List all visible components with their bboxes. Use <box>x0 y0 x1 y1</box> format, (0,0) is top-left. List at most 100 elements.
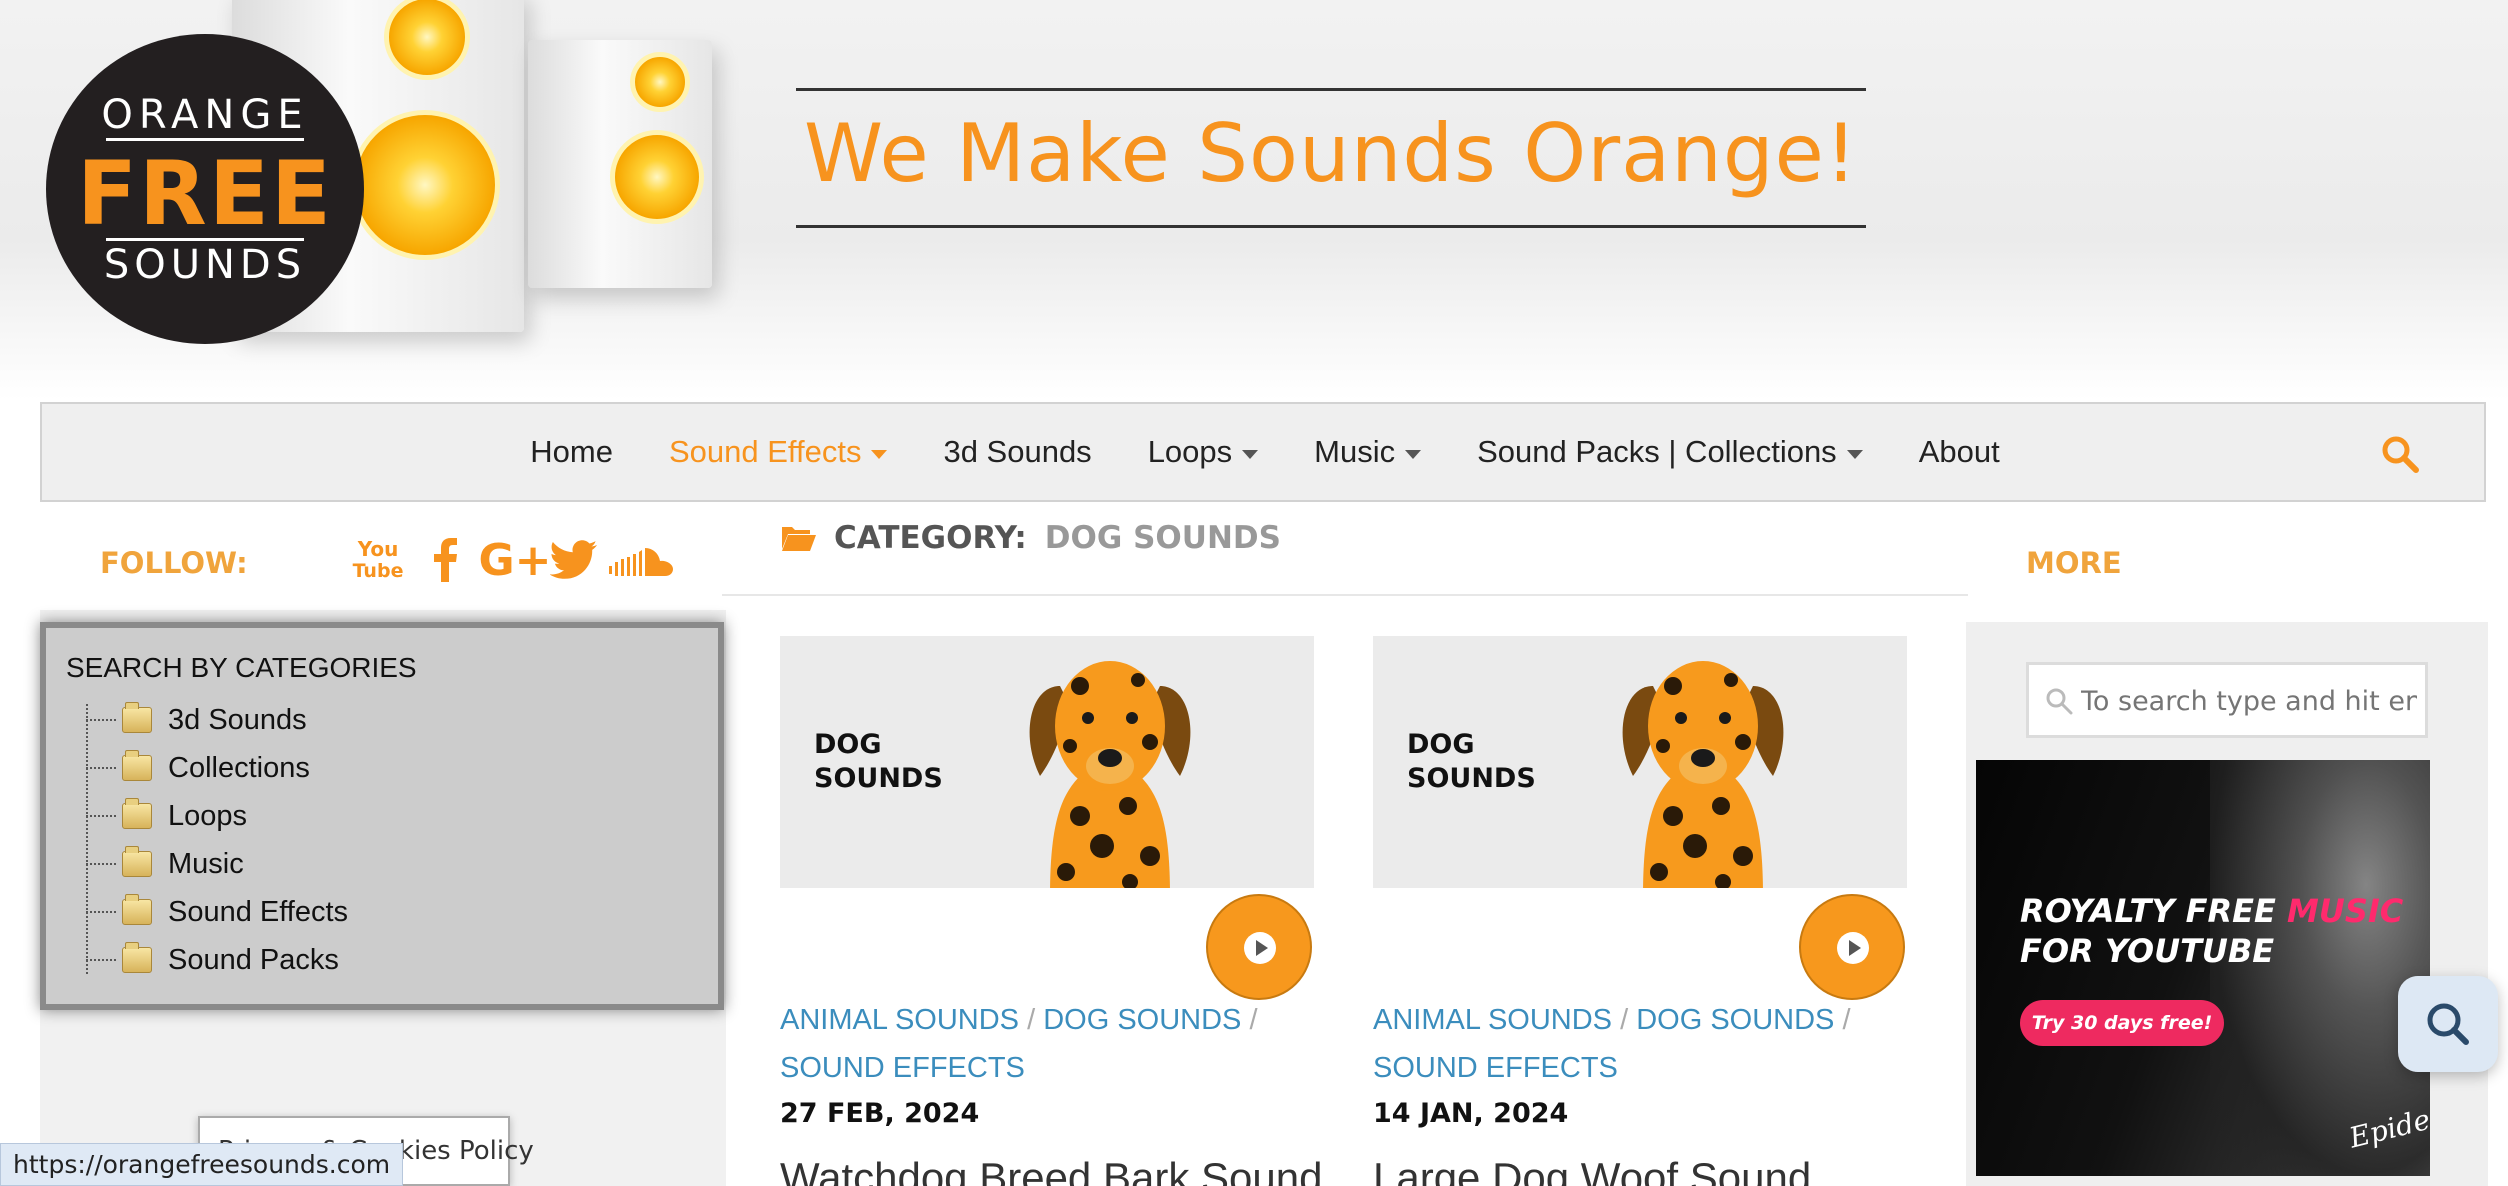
category-prefix: CATEGORY: <box>834 520 1027 556</box>
tree-branch <box>86 959 116 961</box>
category-heading: CATEGORY: DOG SOUNDS <box>780 518 1281 558</box>
chevron-down-icon <box>1405 449 1422 459</box>
play-button[interactable] <box>1206 894 1312 1000</box>
ad-headline-1: ROYALTY FREE MUSIC <box>2020 892 2403 930</box>
nav-item-label: Loops <box>1147 434 1233 469</box>
dog-illustration <box>1622 661 1784 888</box>
soundcloud-icon[interactable] <box>608 534 676 586</box>
post-title-link[interactable]: Large Dog Woof Sound <box>1373 1154 1811 1186</box>
category-item[interactable]: 3d Sounds <box>86 700 307 740</box>
nav-item-label: Music <box>1314 434 1396 469</box>
nav-item-about[interactable]: About <box>1919 434 2000 470</box>
folder-icon <box>122 798 152 829</box>
ad-cta-button[interactable]: Try 30 days free! <box>2020 1000 2224 1046</box>
chevron-down-icon <box>871 449 888 459</box>
category-label: Collections <box>168 751 310 784</box>
folder-icon <box>122 846 152 877</box>
post-thumbnail[interactable]: DOG SOUNDS <box>780 636 1314 888</box>
thumbnail-text: DOG SOUNDS <box>814 728 943 796</box>
search-icon <box>2427 1003 2469 1045</box>
sidebar-search-box <box>2026 662 2428 738</box>
category-item[interactable]: Sound Packs <box>86 940 339 980</box>
post-tags: ANIMAL SOUNDS / DOG SOUNDS / SOUND EFFEC… <box>1373 996 1907 1092</box>
tagline: We Make Sounds Orange! <box>804 107 1858 200</box>
nav-item-home[interactable]: Home <box>530 434 613 470</box>
twitter-icon[interactable] <box>548 534 600 586</box>
ad-headline-pink: MUSIC <box>2286 892 2404 930</box>
tree-branch <box>86 911 116 913</box>
nav-item-sound-effects[interactable]: Sound Effects <box>669 434 888 470</box>
nav-item-label: Sound Packs | Collections <box>1477 434 1837 469</box>
play-icon <box>1244 932 1276 964</box>
categories-widget: SEARCH BY CATEGORIES 3d Sounds Collection… <box>40 622 724 1010</box>
nav-item-3d-sounds[interactable]: 3d Sounds <box>943 434 1091 470</box>
tag-separator: / <box>1834 1004 1851 1036</box>
category-name: DOG SOUNDS <box>1044 520 1281 556</box>
folder-open-icon <box>782 527 816 551</box>
ad-headline-2: FOR YOUTUBE <box>2020 932 2275 970</box>
heading-divider <box>722 594 1968 596</box>
ad-banner[interactable]: ROYALTY FREE MUSIC FOR YOUTUBE Try 30 da… <box>1976 760 2430 1176</box>
post-title-link[interactable]: Watchdog Breed Bark Sound <box>780 1154 1322 1186</box>
tag-separator: / <box>1019 1004 1044 1036</box>
chevron-down-icon <box>1242 449 1259 459</box>
youtube-text-bottom: Tube <box>352 560 404 582</box>
floating-search-button[interactable] <box>2398 976 2498 1072</box>
nav-item-label: About <box>1918 434 2000 469</box>
post-tag-link[interactable]: SOUND EFFECTS <box>780 1052 1025 1084</box>
post-tag-link[interactable]: DOG SOUNDS <box>1043 1004 1241 1036</box>
tree-line <box>86 704 88 974</box>
tree-branch <box>86 863 116 865</box>
folder-icon <box>122 894 152 925</box>
google-plus-text: G+ <box>478 534 552 586</box>
google-plus-icon[interactable]: G+ <box>478 534 552 586</box>
tag-separator: / <box>1612 1004 1637 1036</box>
search-icon <box>2046 688 2073 715</box>
tree-branch <box>86 815 116 817</box>
play-button[interactable] <box>1799 894 1905 1000</box>
post-tag-link[interactable]: SOUND EFFECTS <box>1373 1052 1618 1084</box>
nav-item-music[interactable]: Music <box>1314 434 1422 470</box>
facebook-icon[interactable] <box>428 534 462 586</box>
category-label: 3d Sounds <box>168 703 307 736</box>
post-thumbnail[interactable]: DOG SOUNDS <box>1373 636 1907 888</box>
categories-title: SEARCH BY CATEGORIES <box>66 652 417 683</box>
logo-rule <box>106 138 304 141</box>
more-label: MORE <box>2026 546 2122 580</box>
nav-item-label: 3d Sounds <box>943 434 1092 469</box>
search-icon[interactable] <box>2380 434 2420 474</box>
nav-item-label: Sound Effects <box>669 434 862 469</box>
dog-illustration <box>1029 661 1191 888</box>
folder-icon <box>122 750 152 781</box>
sidebar-search-input[interactable] <box>2081 679 2417 723</box>
post-tag-link[interactable]: ANIMAL SOUNDS <box>780 1004 1019 1036</box>
category-item[interactable]: Music <box>86 844 244 884</box>
nav-item-sound-packs-collections[interactable]: Sound Packs | Collections <box>1477 434 1863 470</box>
tree-branch <box>86 767 116 769</box>
nav-item-loops[interactable]: Loops <box>1147 434 1259 470</box>
logo-line-orange: ORANGE <box>101 92 309 138</box>
thumbnail-text: DOG SOUNDS <box>1407 728 1536 796</box>
thumbnail-text-line: SOUNDS <box>1407 763 1536 794</box>
nav-item-label: Home <box>530 434 613 469</box>
chevron-down-icon <box>1846 449 1863 459</box>
youtube-text-top: You <box>357 537 399 561</box>
youtube-icon[interactable]: You Tube <box>353 534 404 586</box>
site-header: ORANGE FREE SOUNDS We Make Sounds Orange… <box>0 0 2508 400</box>
post-tags: ANIMAL SOUNDS / DOG SOUNDS / SOUND EFFEC… <box>780 996 1314 1092</box>
category-item[interactable]: Collections <box>86 748 310 788</box>
thumbnail-text-line: DOG <box>814 729 882 760</box>
logo-line-free: FREE <box>76 142 334 245</box>
site-logo[interactable]: ORANGE FREE SOUNDS <box>46 34 364 344</box>
nav-items: Home Sound Effects 3d Sounds Loops Music Soun… <box>42 404 2488 500</box>
post-date: 14 JAN, 2024 <box>1373 1098 1569 1129</box>
tree-branch <box>86 719 116 721</box>
category-item[interactable]: Sound Effects <box>86 892 348 932</box>
thumbnail-text-line: DOG <box>1407 729 1475 760</box>
orange-slice-graphic <box>610 130 704 224</box>
post-tag-link[interactable]: ANIMAL SOUNDS <box>1373 1004 1612 1036</box>
play-icon <box>1837 932 1869 964</box>
post-tag-link[interactable]: DOG SOUNDS <box>1636 1004 1834 1036</box>
tag-separator: / <box>1241 1004 1258 1036</box>
category-item[interactable]: Loops <box>86 796 247 836</box>
